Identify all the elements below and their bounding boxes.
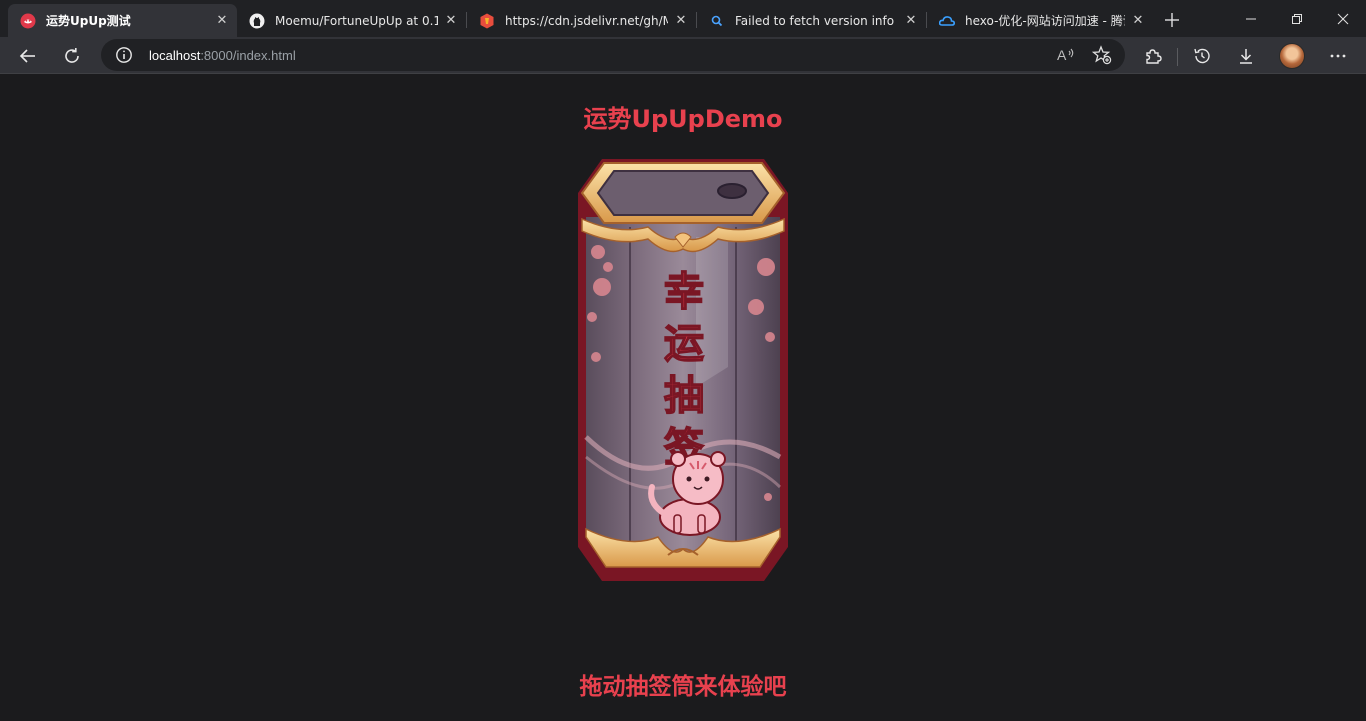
svg-text:A: A [1057,47,1067,63]
restore-icon [1292,13,1302,24]
close-icon[interactable]: ✕ [1129,12,1147,30]
minimize-icon [1246,18,1256,19]
fortune-cylinder[interactable]: 幸 运 抽 签 [578,157,788,581]
tab-search[interactable]: Failed to fetch version info for ✕ [697,4,926,37]
app-icon [20,13,36,29]
page-title: 运势UpUpDemo [583,105,783,133]
extensions-button[interactable] [1137,40,1169,72]
read-aloud-icon: A [1057,47,1074,63]
jsdelivr-icon [479,13,495,29]
tab-title: https://cdn.jsdelivr.net/gh/Moe [505,13,668,28]
read-aloud-button[interactable]: A [1053,43,1079,67]
cloud-icon [939,13,955,29]
history-button[interactable] [1186,40,1218,72]
info-icon[interactable] [115,46,133,64]
favorite-star-icon [1092,45,1112,65]
downloads-button[interactable] [1230,40,1262,72]
history-icon [1194,48,1210,64]
new-tab-button[interactable] [1160,8,1184,32]
tab-title: Moemu/FortuneUpUp at 0.1 [275,13,438,28]
tab-fortune-test[interactable]: 运势UpUp测试 ✕ [8,4,237,37]
tab-jsdelivr[interactable]: https://cdn.jsdelivr.net/gh/Moe ✕ [467,4,696,37]
drag-hint-text: 拖动抽签筒来体验吧 [579,674,787,700]
tab-github[interactable]: Moemu/FortuneUpUp at 0.1 ✕ [237,4,466,37]
tab-title: hexo-优化-网站访问加速 - 腾讯 [965,14,1125,28]
address-bar[interactable]: localhost:8000/index.html A [101,39,1125,71]
add-favorite-button[interactable] [1089,43,1115,67]
url-host: localhost [149,48,201,63]
more-menu-button[interactable] [1322,40,1354,72]
close-icon[interactable]: ✕ [902,12,920,30]
close-icon [1337,13,1349,24]
page-content: 运势UpUpDemo 幸 运 抽 签 拖动抽签筒来体验吧 [0,75,1366,721]
tab-tencent-cloud[interactable]: hexo-优化-网站访问加速 - 腾讯 ✕ [927,4,1153,37]
tab-title: 运势UpUp测试 [46,14,131,28]
close-icon[interactable]: ✕ [442,12,460,30]
restore-button[interactable] [1274,0,1320,37]
close-icon[interactable]: ✕ [213,12,231,30]
close-icon[interactable]: ✕ [672,12,690,30]
cylinder-char: 幸 [664,269,704,315]
refresh-icon [65,48,79,63]
browser-toolbar: localhost:8000/index.html A [0,37,1366,74]
profile-avatar[interactable] [1279,43,1305,69]
toolbar-divider [1177,48,1178,66]
cylinder-char: 运 [664,321,704,367]
back-button[interactable] [12,40,44,72]
github-icon [249,13,265,29]
tab-title: Failed to fetch version info for [735,13,898,28]
url-path: :8000/index.html [200,48,296,63]
close-window-button[interactable] [1320,0,1366,37]
url-text[interactable]: localhost:8000/index.html [149,48,296,63]
back-arrow-icon [19,49,35,63]
tab-strip: 运势UpUp测试 ✕ Moemu/FortuneUpUp at 0.1 ✕ ht… [0,0,1366,37]
puzzle-icon [1146,49,1162,64]
download-icon [1240,49,1252,64]
cylinder-char: 抽 [664,373,704,419]
search-icon [709,13,725,29]
more-dots-icon [1330,54,1346,58]
minimize-button[interactable] [1228,0,1274,37]
plus-icon [1165,13,1179,27]
refresh-button[interactable] [56,40,88,72]
